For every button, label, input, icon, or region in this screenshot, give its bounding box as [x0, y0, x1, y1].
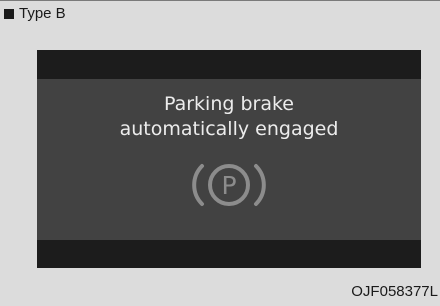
warning-message: Parking brake automatically engaged [37, 92, 421, 142]
bullet-square-icon [4, 8, 14, 19]
instrument-cluster-display: Parking brake automatically engaged P [37, 50, 421, 268]
type-label-text: Type B [19, 5, 66, 22]
type-label: Type B [4, 5, 66, 22]
parking-brake-letter: P [221, 171, 236, 200]
figure-code: OJF058377L [351, 283, 438, 300]
display-top-bar [37, 50, 421, 79]
parking-brake-icon: P [192, 164, 266, 206]
display-bottom-bar [37, 240, 421, 268]
warning-message-line-1: Parking brake [163, 93, 294, 115]
warning-message-line-2: automatically engaged [119, 118, 339, 140]
figure-panel: Type B Parking brake automatically engag… [0, 0, 440, 306]
